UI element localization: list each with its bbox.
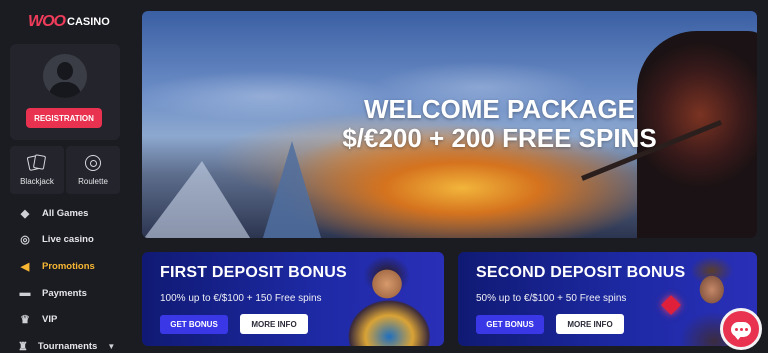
profile-card: REGISTRATION	[10, 44, 120, 140]
banner-ice-left	[142, 161, 252, 238]
game-tile-blackjack[interactable]: Blackjack	[10, 146, 64, 194]
bonus-card-first-deposit: FIRST DEPOSIT BONUS 100% up to €/$100 + …	[142, 252, 444, 346]
sidebar-item-promotions[interactable]: ◀ Promotions	[10, 253, 120, 280]
game-tile-label: Blackjack	[20, 176, 54, 186]
sidebar-item-label: VIP	[42, 314, 58, 326]
bonus-description: 50% up to €/$100 + 50 Free spins	[476, 293, 627, 304]
sidebar-item-live-casino[interactable]: ◎ Live casino	[10, 227, 120, 254]
chevron-down-icon: ▼	[107, 341, 116, 351]
avatar-body	[49, 82, 81, 98]
bonus-card-second-deposit: SECOND DEPOSIT BONUS 50% up to €/$100 + …	[458, 252, 757, 346]
bonus-title: SECOND DEPOSIT BONUS	[476, 264, 686, 281]
registration-button[interactable]: REGISTRATION	[26, 108, 102, 128]
sidebar-item-label: Payments	[42, 287, 87, 299]
more-info-button[interactable]: MORE INFO	[240, 314, 308, 334]
roulette-icon	[85, 154, 101, 171]
wallet-icon: ▬	[19, 287, 31, 300]
welcome-banner[interactable]: WELCOME PACKAGE $/€200 + 200 FREE SPINS	[142, 11, 757, 238]
megaphone-icon: ◀	[20, 260, 30, 273]
sidebar-menu: ◆ All Games ◎ Live casino ◀ Promotions ▬…	[10, 200, 120, 353]
banner-headline: WELCOME PACKAGE $/€200 + 200 FREE SPINS	[142, 95, 757, 153]
banner-ice-crystal	[262, 141, 322, 238]
sidebar-item-label: All Games	[42, 207, 89, 219]
sidebar-item-vip[interactable]: ♛ VIP	[10, 306, 120, 333]
bonus-character-illustration	[332, 252, 442, 346]
chip-icon: ◎	[20, 234, 30, 247]
logo[interactable]: WOO CASINO	[28, 12, 110, 32]
trophy-icon: ♜	[18, 340, 28, 353]
banner-headline-line2: $/€200 + 200 FREE SPINS	[342, 123, 657, 153]
sidebar-item-payments[interactable]: ▬ Payments	[10, 280, 120, 307]
more-info-button[interactable]: MORE INFO	[556, 314, 624, 334]
casino-app: WOO CASINO REGISTRATION Blackjack Roulet…	[0, 0, 768, 353]
sidebar-item-label: Tournaments	[37, 340, 98, 352]
quick-games: Blackjack Roulette	[10, 146, 120, 194]
game-tile-label: Roulette	[78, 176, 108, 186]
cards-icon	[26, 153, 47, 171]
get-bonus-button[interactable]: GET BONUS	[160, 315, 228, 334]
get-bonus-button[interactable]: GET BONUS	[476, 315, 544, 334]
chat-button[interactable]	[720, 308, 762, 350]
sidebar-item-all-games[interactable]: ◆ All Games	[10, 200, 120, 227]
logo-casino: CASINO	[67, 16, 110, 28]
sidebar: WOO CASINO REGISTRATION Blackjack Roulet…	[0, 0, 128, 353]
banner-headline-line1: WELCOME PACKAGE	[363, 94, 636, 124]
bonus-title: FIRST DEPOSIT BONUS	[160, 264, 347, 281]
sidebar-item-tournaments[interactable]: ♜ Tournaments ▼	[10, 333, 120, 353]
crown-icon: ♛	[20, 314, 30, 327]
game-tile-roulette[interactable]: Roulette	[66, 146, 120, 194]
dice-icon: ◆	[20, 207, 30, 220]
bonus-description: 100% up to €/$100 + 150 Free spins	[160, 293, 322, 304]
avatar	[43, 54, 87, 98]
logo-woo: WOO	[28, 13, 66, 30]
sidebar-item-label: Live casino	[42, 234, 94, 246]
sidebar-item-label: Promotions	[42, 260, 95, 272]
chat-icon	[731, 321, 751, 340]
avatar-head	[57, 62, 73, 80]
